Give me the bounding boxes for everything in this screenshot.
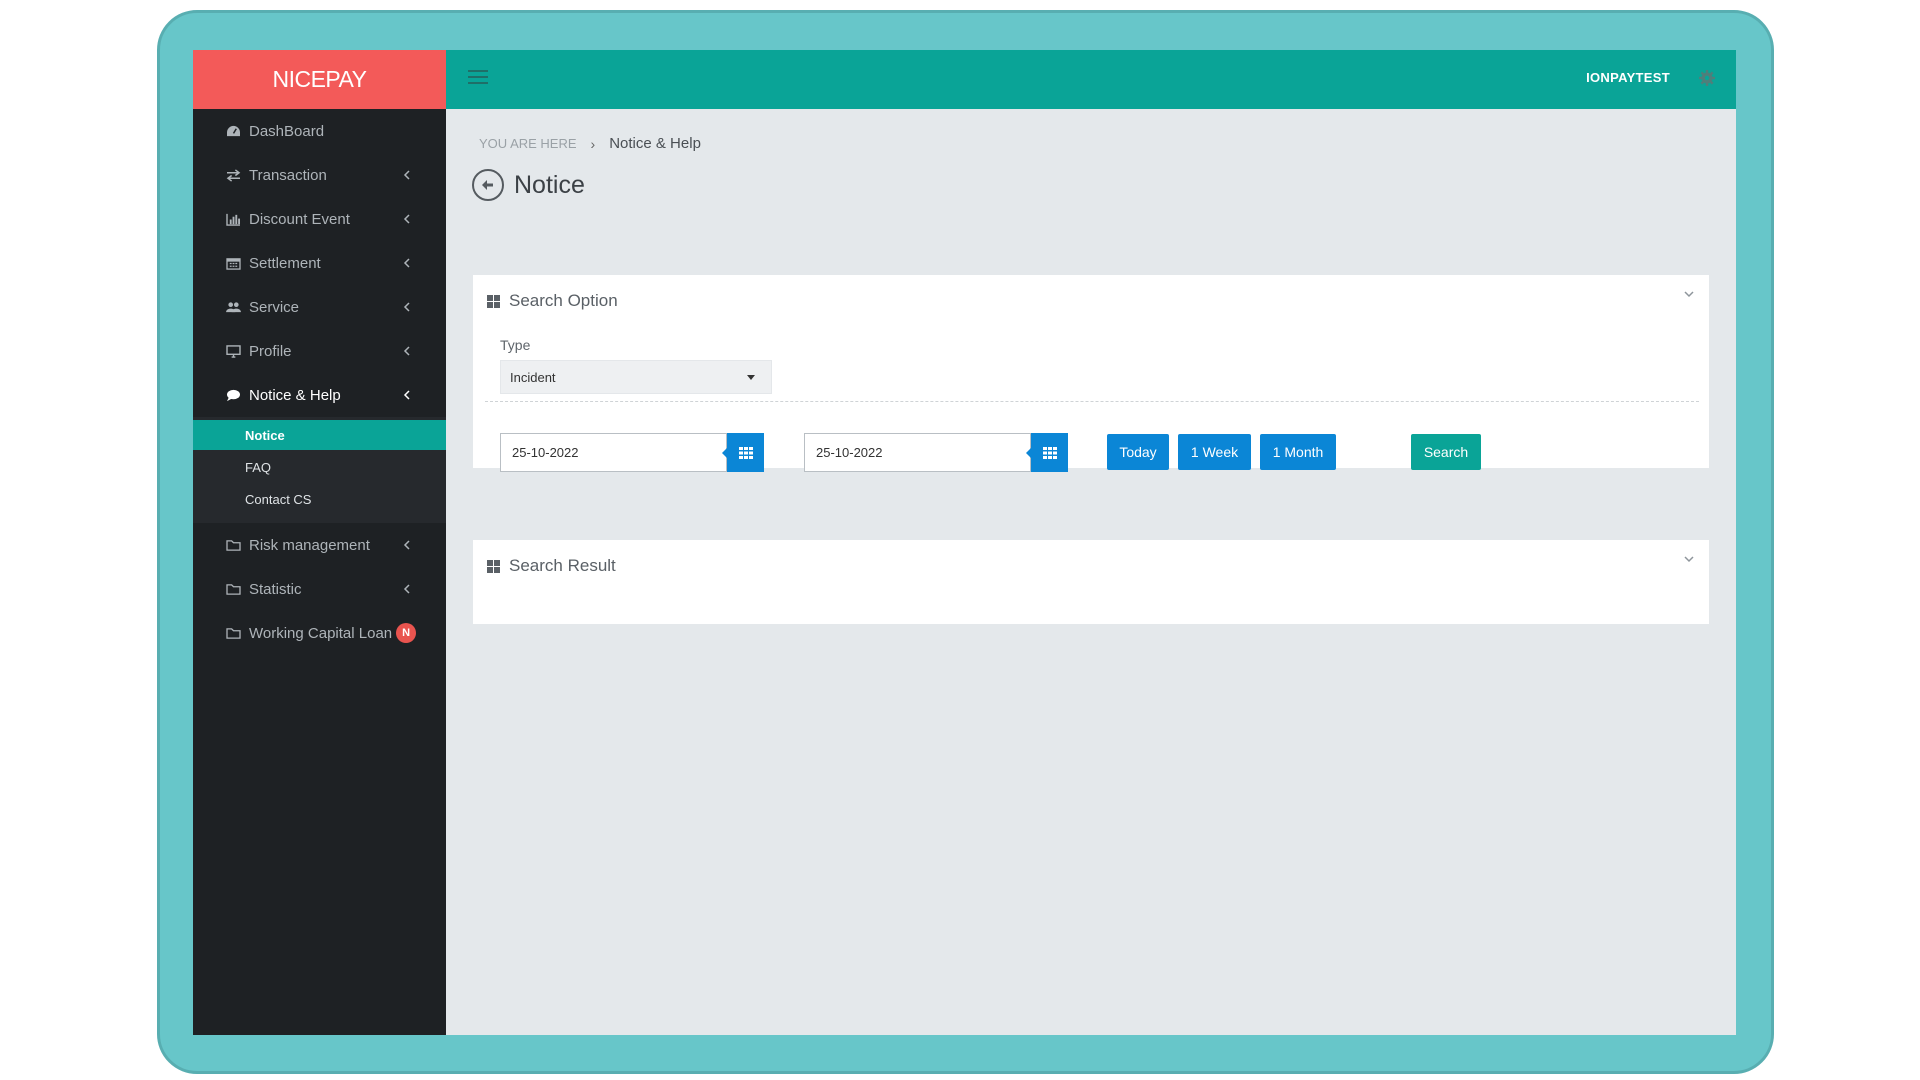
sidebar-item-notice-help[interactable]: Notice & Help xyxy=(193,373,446,417)
grid-icon xyxy=(487,294,500,308)
sidebar-item-label: Statistic xyxy=(249,580,302,598)
submenu-notice-help: Notice FAQ Contact CS xyxy=(193,417,446,523)
divider xyxy=(485,401,1699,402)
main-content: YOU ARE HERE › Notice & Help Notice Sear… xyxy=(446,109,1736,1035)
date-from-input[interactable]: 25-10-2022 xyxy=(500,433,727,472)
sidebar-item-settlement[interactable]: Settlement xyxy=(193,241,446,285)
one-month-button[interactable]: 1 Month xyxy=(1260,434,1336,470)
sidebar-item-label: Transaction xyxy=(249,166,327,184)
caret-down-icon xyxy=(747,375,755,380)
page-title: Notice xyxy=(514,170,585,199)
sidebar-item-label: Service xyxy=(249,298,300,316)
chevron-left-icon xyxy=(403,584,410,594)
sidebar-item-statistic[interactable]: Statistic xyxy=(193,567,446,611)
topbar: IONPAYTEST xyxy=(446,50,1736,109)
chevron-down-icon[interactable] xyxy=(1683,289,1695,299)
chevron-left-icon xyxy=(403,302,410,312)
search-option-panel: Search Option Type Incident 25-10-2022 2… xyxy=(473,275,1709,472)
sidebar-item-profile[interactable]: Profile xyxy=(193,329,446,373)
sidebar-item-transaction[interactable]: Transaction xyxy=(193,153,446,197)
brand-logo[interactable]: NICEPAY xyxy=(193,50,446,109)
search-button[interactable]: Search xyxy=(1411,434,1481,470)
breadcrumb-current[interactable]: Notice & Help xyxy=(609,135,701,152)
date-to-calendar-button[interactable] xyxy=(1026,433,1068,472)
breadcrumb: YOU ARE HERE › Notice & Help xyxy=(479,135,701,152)
sidebar-item-risk-management[interactable]: Risk management xyxy=(193,523,446,567)
menu-toggle-icon[interactable] xyxy=(468,70,488,86)
chevron-left-icon xyxy=(403,346,410,356)
app-screen: NICEPAY DashBoard Transaction Discount E… xyxy=(193,50,1736,1035)
page-header: Notice xyxy=(472,169,585,201)
desktop-icon xyxy=(225,344,241,358)
date-to-input[interactable]: 25-10-2022 xyxy=(804,433,1031,472)
submenu-item-contact-cs[interactable]: Contact CS xyxy=(193,484,446,514)
submenu-item-faq[interactable]: FAQ xyxy=(193,452,446,482)
bar-chart-icon xyxy=(225,212,241,226)
calendar-icon xyxy=(225,256,241,270)
panel-title: Search Option xyxy=(509,291,618,310)
new-badge: N xyxy=(396,623,417,643)
back-button[interactable] xyxy=(472,169,504,201)
panel-header: Search Option xyxy=(487,291,618,311)
gear-icon[interactable] xyxy=(1698,69,1716,87)
sidebar-item-dashboard[interactable]: DashBoard xyxy=(193,109,446,153)
comment-icon xyxy=(225,388,241,402)
sidebar-item-service[interactable]: Service xyxy=(193,285,446,329)
chevron-left-icon xyxy=(403,390,410,400)
sidebar-item-working-capital-loan[interactable]: Working Capital Loan N xyxy=(193,611,446,655)
chevron-left-icon xyxy=(403,170,410,180)
type-label: Type xyxy=(500,337,531,353)
user-name[interactable]: IONPAYTEST xyxy=(1586,70,1670,85)
type-select[interactable]: Incident xyxy=(500,360,772,394)
arrow-left-icon xyxy=(482,180,493,190)
chevron-left-icon xyxy=(403,214,410,224)
submenu-item-notice[interactable]: Notice xyxy=(193,420,446,450)
calendar-grid-icon xyxy=(1042,446,1057,459)
chevron-left-icon xyxy=(403,540,410,550)
folder-icon xyxy=(225,538,241,552)
panel-title: Search Result xyxy=(509,556,616,575)
breadcrumb-label: YOU ARE HERE xyxy=(479,136,577,151)
chevron-down-icon[interactable] xyxy=(1683,554,1695,564)
sidebar-item-label: Working Capital Loan xyxy=(249,624,393,642)
users-icon xyxy=(225,300,241,314)
panel-header: Search Result xyxy=(487,556,616,576)
sidebar-item-label: Profile xyxy=(249,342,292,360)
chevron-left-icon xyxy=(403,258,410,268)
sidebar-item-label: Discount Event xyxy=(249,210,350,228)
one-week-button[interactable]: 1 Week xyxy=(1178,434,1251,470)
dashboard-icon xyxy=(225,124,241,138)
date-from-calendar-button[interactable] xyxy=(722,433,764,472)
exchange-icon xyxy=(225,168,241,182)
sidebar-item-label: Settlement xyxy=(249,254,321,272)
folder-icon xyxy=(225,582,241,596)
calendar-grid-icon xyxy=(738,446,753,459)
sidebar-item-label: Notice & Help xyxy=(249,386,341,404)
sidebar: NICEPAY DashBoard Transaction Discount E… xyxy=(193,50,446,1035)
grid-icon xyxy=(487,559,500,573)
type-select-value: Incident xyxy=(510,369,556,385)
sidebar-item-label: Risk management xyxy=(249,536,370,554)
folder-icon xyxy=(225,626,241,640)
breadcrumb-separator: › xyxy=(590,135,596,152)
sidebar-item-label: DashBoard xyxy=(249,122,325,140)
sidebar-item-discount-event[interactable]: Discount Event xyxy=(193,197,446,241)
search-result-panel: Search Result xyxy=(473,540,1709,624)
today-button[interactable]: Today xyxy=(1107,434,1169,470)
